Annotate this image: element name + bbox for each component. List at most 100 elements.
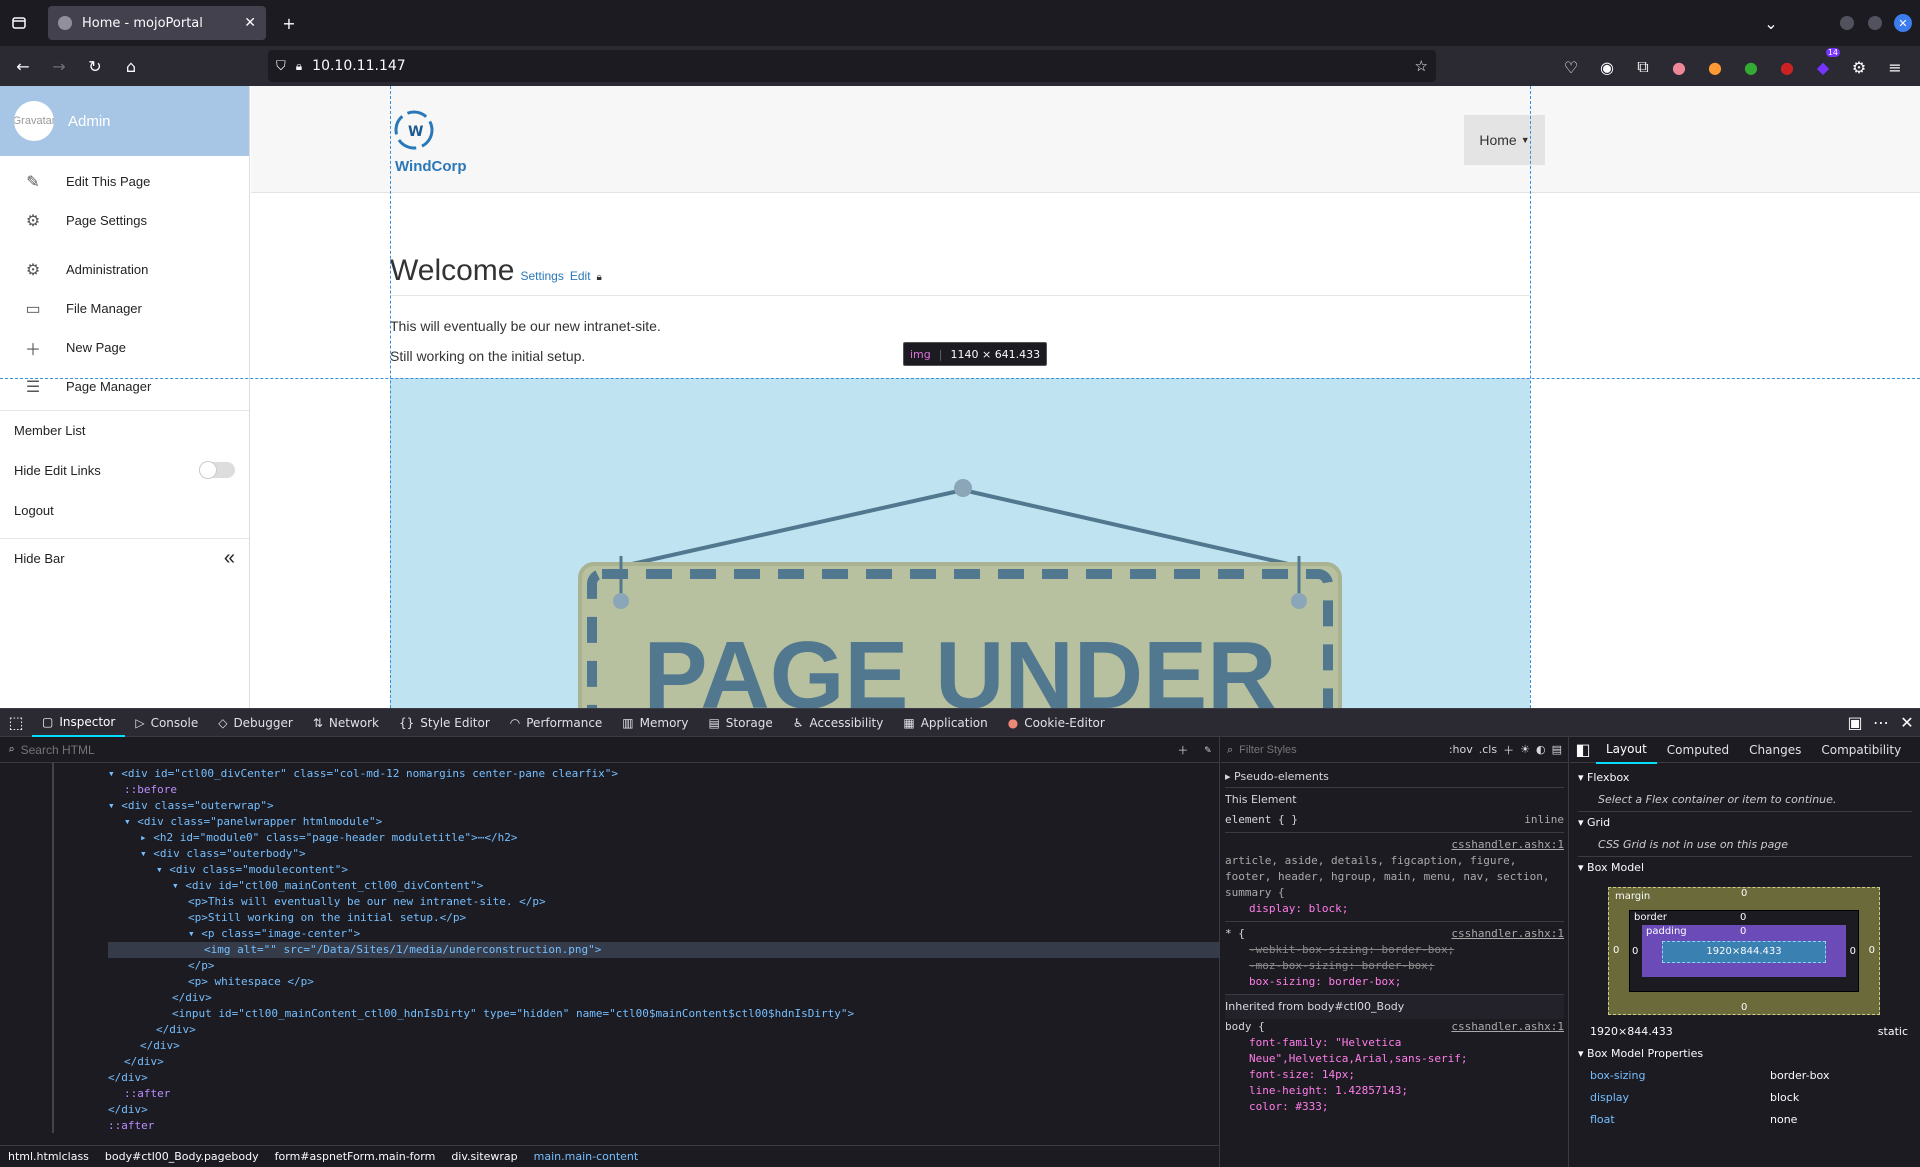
rule-declaration[interactable]: box-sizing: border-box;	[1225, 974, 1564, 990]
html-tree-node[interactable]: ▾ <div class="modulecontent">	[108, 862, 1219, 878]
grid-section-toggle[interactable]: ▾ Grid	[1578, 811, 1912, 834]
minimize-window-button[interactable]	[1840, 16, 1854, 30]
sidebar-item-page-manager[interactable]: ☰ Page Manager	[0, 367, 249, 406]
tab-computed[interactable]: Computed	[1657, 736, 1739, 764]
filter-styles-input[interactable]	[1239, 743, 1443, 756]
element-picker-icon[interactable]: ⬚	[0, 710, 32, 736]
dark-mode-icon[interactable]: ◐	[1536, 743, 1546, 756]
tab-performance[interactable]: ◠ Performance	[500, 709, 613, 737]
sidebar-logout[interactable]: Logout	[0, 490, 249, 530]
breadcrumb-item[interactable]: html.htmlclass	[8, 1150, 89, 1163]
html-tree-node[interactable]: ▸ <h2 id="module0" class="page-header mo…	[108, 830, 1219, 846]
add-rule-icon[interactable]: ＋	[1503, 742, 1514, 758]
tab-memory[interactable]: ▥ Memory	[612, 709, 698, 737]
tab-storage[interactable]: ▤ Storage	[698, 709, 782, 737]
close-window-button[interactable]: ✕	[1894, 14, 1912, 32]
tab-network[interactable]: ⇅ Network	[303, 709, 389, 737]
tab-cookie-editor[interactable]: ● Cookie-Editor	[998, 709, 1115, 737]
margin-left-value[interactable]: 0	[1613, 940, 1619, 962]
html-tree-node[interactable]: </div>	[108, 1022, 1219, 1038]
sidebar-member-list[interactable]: Member List	[0, 410, 249, 450]
close-devtools-icon[interactable]: ✕	[1894, 710, 1920, 736]
rule-declaration-overridden[interactable]: -webkit-box-sizing: border-box;	[1225, 942, 1564, 958]
dock-icon[interactable]: ▣	[1842, 710, 1868, 736]
settings-gear-icon[interactable]: ⚙	[1846, 54, 1872, 80]
nav-home-menu[interactable]: Home ▼	[1464, 115, 1545, 165]
close-tab-icon[interactable]: ✕	[244, 15, 256, 31]
html-tree-node[interactable]: <input id="ctl00_mainContent_ctl00_hdnIs…	[108, 1006, 1219, 1022]
tab-style-editor[interactable]: {} Style Editor	[389, 709, 500, 737]
reload-icon[interactable]: ↻	[82, 53, 108, 79]
extension-foxy-icon[interactable]: ●	[1702, 54, 1728, 80]
lock-icon[interactable]: 🔒︎	[296, 59, 302, 74]
extension-wappalyzer-icon[interactable]: ●	[1738, 54, 1764, 80]
maximize-window-button[interactable]	[1868, 16, 1882, 30]
rule-source-link[interactable]: csshandler.ashx:1	[1225, 837, 1564, 853]
pocket-icon[interactable]: ♡	[1558, 54, 1584, 80]
hide-bar-row[interactable]: Hide Bar «	[0, 538, 249, 578]
html-tree-node[interactable]: <p> whitespace </p>	[108, 974, 1219, 990]
hide-edit-links-toggle[interactable]	[199, 461, 235, 479]
html-tree-node[interactable]: ▾ <div id="ctl00_divCenter" class="col-m…	[108, 766, 1219, 782]
border-left-value[interactable]: 0	[1632, 941, 1638, 963]
box-model-section-toggle[interactable]: ▾ Box Model	[1578, 856, 1912, 879]
html-tree-node[interactable]: ::after	[108, 1086, 1219, 1102]
double-chevron-left-icon[interactable]: «	[224, 547, 235, 570]
extension-badge-icon[interactable]: ◆ 14	[1810, 48, 1840, 80]
sidebar-item-new-page[interactable]: ＋ New Page	[0, 328, 249, 367]
tab-debugger[interactable]: ◇ Debugger	[208, 709, 303, 737]
html-tree-node[interactable]: </div>	[108, 990, 1219, 1006]
sidebar-item-edit-page[interactable]: ✎ Edit This Page	[0, 162, 249, 201]
menu-icon[interactable]: ≡	[1882, 54, 1908, 80]
hov-toggle[interactable]: :hov	[1449, 743, 1473, 756]
home-icon[interactable]: ⌂	[118, 53, 144, 79]
html-tree-node[interactable]: ::after	[108, 1118, 1219, 1134]
tab-compatibility[interactable]: Compatibility	[1811, 736, 1911, 764]
margin-right-value[interactable]: 0	[1869, 940, 1875, 962]
html-tree-node[interactable]: </div>	[108, 1038, 1219, 1054]
breadcrumb-item[interactable]: div.sitewrap	[451, 1150, 517, 1163]
account-icon[interactable]: ◉	[1594, 54, 1620, 80]
border-right-value[interactable]: 0	[1850, 941, 1856, 963]
tab-list-icon[interactable]	[6, 10, 32, 36]
margin-bottom-value[interactable]: 0	[1741, 997, 1747, 1019]
html-tree-node[interactable]: </div>	[108, 1054, 1219, 1070]
eyedropper-icon[interactable]: ✎	[1204, 743, 1211, 756]
chevron-down-icon[interactable]: ⌄	[1758, 10, 1784, 36]
html-tree-node[interactable]: ▾ <p class="image-center">	[108, 926, 1219, 942]
more-options-icon[interactable]: ⋯	[1868, 710, 1894, 736]
padding-top-value[interactable]: 0	[1740, 921, 1746, 943]
extension-cookie-icon[interactable]: ●	[1666, 54, 1692, 80]
html-tree-node[interactable]: <img alt="" src="/Data/Sites/1/media/und…	[108, 942, 1219, 958]
shield-icon[interactable]: ⛉	[276, 59, 286, 74]
html-tree-node[interactable]: <p>This will eventually be our new intra…	[108, 894, 1219, 910]
rule-declaration[interactable]: line-height: 1.42857143;	[1225, 1083, 1564, 1099]
tab-console[interactable]: ▷ Console	[125, 709, 208, 737]
active-tab[interactable]: Home - mojoPortal ✕	[48, 6, 266, 40]
light-mode-icon[interactable]: ☀	[1520, 743, 1530, 756]
rule-declaration[interactable]: font-family: "Helvetica Neue",Helvetica,…	[1225, 1035, 1564, 1067]
tab-accessibility[interactable]: ♿︎ Accessibility	[783, 709, 894, 737]
html-tree-node[interactable]: </div>	[108, 1102, 1219, 1118]
html-search-input[interactable]	[20, 742, 1172, 757]
edit-link[interactable]: Edit	[570, 269, 591, 283]
forward-icon[interactable]: →	[46, 53, 72, 79]
print-media-icon[interactable]: ▤	[1552, 743, 1562, 756]
rule-source-link[interactable]: csshandler.ashx:1	[1451, 1019, 1564, 1035]
extensions-icon[interactable]: ⧉	[1630, 54, 1656, 80]
flexbox-section-toggle[interactable]: ▾ Flexbox	[1578, 767, 1912, 789]
html-tree-node[interactable]: ▾ <div class="panelwrapper htmlmodule">	[108, 814, 1219, 830]
breadcrumb-item[interactable]: body#ctl00_Body.pagebody	[105, 1150, 259, 1163]
url-text[interactable]: 10.10.11.147	[312, 58, 1404, 74]
avatar[interactable]: Gravatar	[14, 101, 54, 141]
sidebar-item-file-manager[interactable]: ▭ File Manager	[0, 289, 249, 328]
admin-username[interactable]: Admin	[68, 113, 111, 130]
back-icon[interactable]: ←	[10, 53, 36, 79]
cls-toggle[interactable]: .cls	[1479, 743, 1497, 756]
breadcrumb-item[interactable]: main.main-content	[534, 1150, 639, 1163]
tab-layout[interactable]: Layout	[1596, 736, 1657, 764]
margin-top-value[interactable]: 0	[1741, 883, 1747, 905]
rule-declaration-overridden[interactable]: -moz-box-sizing: border-box;	[1225, 958, 1564, 974]
box-model-content[interactable]: 1920×844.433	[1662, 941, 1826, 963]
sidebar-item-administration[interactable]: ⚙ Administration	[0, 250, 249, 289]
